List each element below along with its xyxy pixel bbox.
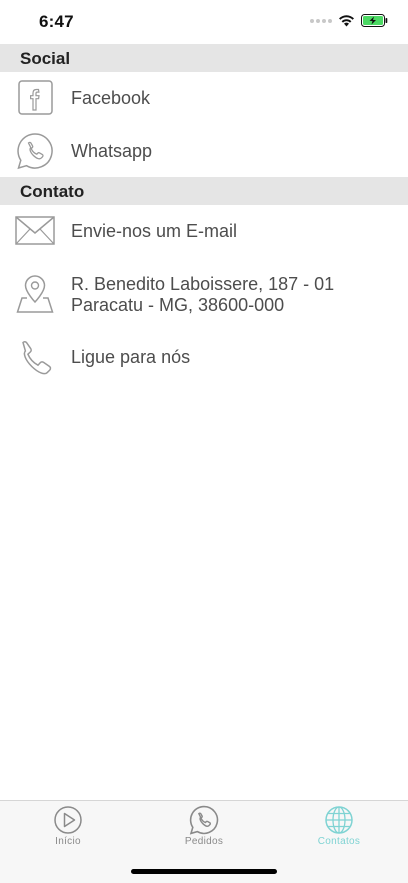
globe-icon	[325, 806, 353, 834]
tab-label: Início	[55, 836, 81, 847]
wifi-icon	[339, 15, 354, 27]
address-row[interactable]: R. Benedito Laboissere, 187 - 01 Paracat…	[0, 264, 408, 330]
section-header-social: Social	[0, 44, 408, 72]
status-bar: 6:47	[0, 0, 408, 44]
tab-label: Contatos	[317, 836, 361, 847]
signal-icon	[310, 18, 332, 23]
map-pin-icon	[16, 275, 54, 313]
address-line-1: R. Benedito Laboissere, 187 - 01	[71, 274, 335, 294]
status-time: 6:47	[39, 12, 74, 31]
facebook-icon	[18, 80, 53, 115]
whatsapp-row[interactable]: Whatsapp	[0, 125, 408, 178]
tab-label: Pedidos	[184, 836, 224, 847]
play-icon	[54, 806, 82, 834]
tab-pedidos[interactable]: Pedidos	[159, 805, 249, 847]
email-label: Envie-nos um E-mail	[71, 221, 238, 241]
mail-icon	[15, 216, 55, 245]
phone-label: Ligue para nós	[71, 347, 191, 367]
whatsapp-label: Whatsapp	[71, 141, 153, 161]
section-header-contato: Contato	[0, 177, 408, 205]
tab-contatos[interactable]: Contatos	[294, 805, 384, 847]
facebook-row[interactable]: Facebook	[0, 72, 408, 125]
home-indicator[interactable]	[131, 869, 277, 874]
section-title: Contato	[20, 182, 85, 201]
tab-inicio[interactable]: Início	[23, 805, 113, 847]
section-title: Social	[20, 49, 71, 68]
whatsapp-icon	[189, 805, 219, 835]
address-line-2: Paracatu - MG, 38600-000	[71, 295, 285, 315]
status-icons	[310, 14, 388, 27]
email-row[interactable]: Envie-nos um E-mail	[0, 205, 408, 257]
whatsapp-icon	[17, 133, 53, 170]
facebook-label: Facebook	[71, 88, 151, 108]
phone-icon	[22, 341, 52, 375]
phone-row[interactable]: Ligue para nós	[0, 336, 408, 380]
battery-charging-icon	[361, 14, 388, 27]
